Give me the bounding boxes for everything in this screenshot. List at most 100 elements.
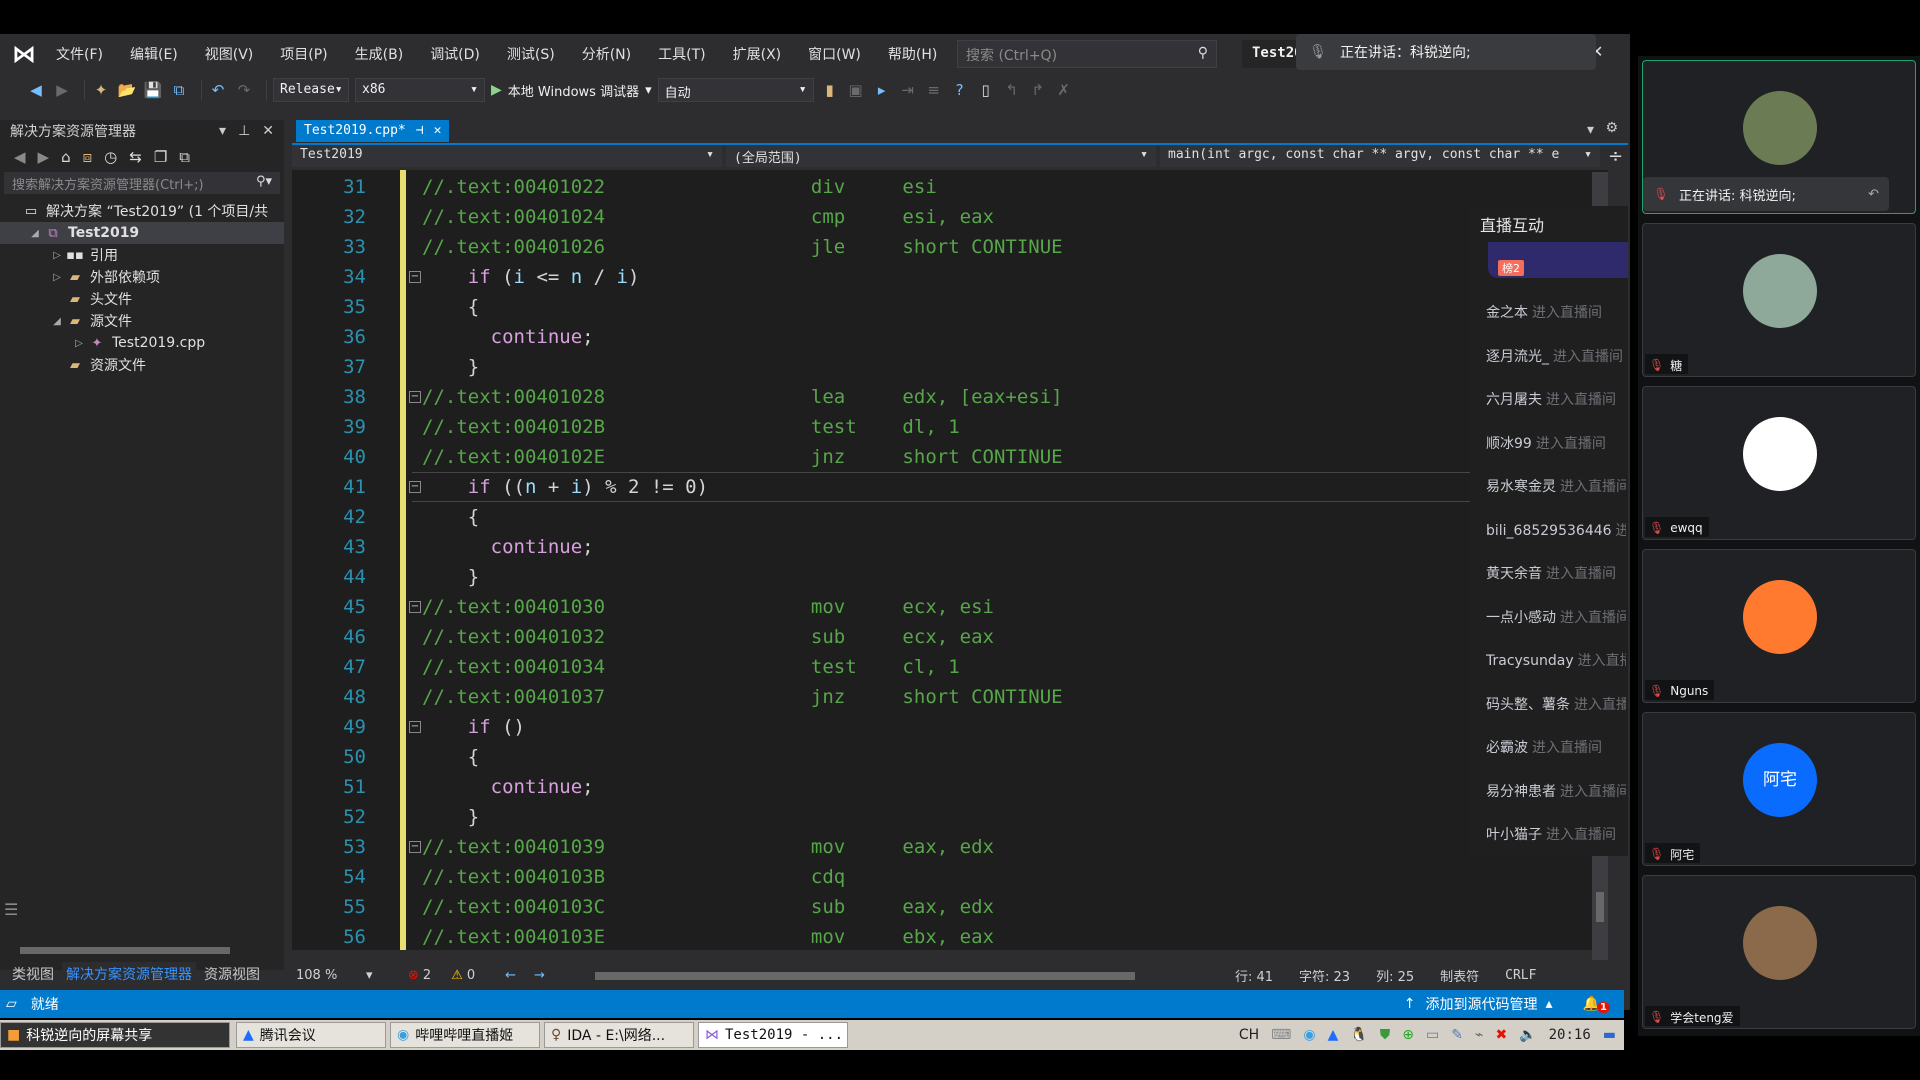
previous-issue-icon[interactable]: ← [505, 968, 516, 983]
code-line[interactable]: } [422, 562, 479, 592]
tab-resource-view[interactable]: 资源视图 [204, 964, 260, 984]
solution-search-input[interactable]: 搜索解决方案资源管理器(Ctrl+;) ⚲▾ [4, 172, 280, 194]
code-line[interactable]: { [422, 742, 479, 772]
tab-test2019-cpp[interactable]: Test2019.cpp* ⊣ ✕ [296, 120, 450, 142]
error-count[interactable]: 2 [423, 968, 431, 983]
scope-dropdown[interactable]: (全局范围) ▾ [726, 145, 1156, 167]
collapsed-arrow-icon[interactable]: ▷ [70, 338, 88, 349]
start-debugging-button[interactable]: ▶ 本地 Windows 调试器 ▾ [491, 81, 652, 100]
code-line[interactable]: if (i <= n / i) [422, 262, 640, 292]
solution-horizontal-scrollbar[interactable] [10, 944, 278, 956]
ime-indicator[interactable]: CH [1239, 1027, 1259, 1043]
tab-class-view[interactable]: 类视图 [12, 964, 54, 984]
menu-item[interactable]: 生成(B) [355, 44, 404, 64]
close-tab-icon[interactable]: ✕ [434, 123, 442, 139]
reply-icon[interactable]: ↶ [1868, 187, 1879, 202]
tab-solution-explorer[interactable]: 解决方案资源管理器 [62, 962, 196, 986]
scrollbar-thumb[interactable] [20, 947, 230, 954]
collapse-icon[interactable]: − [409, 601, 421, 613]
collapse-icon[interactable]: − [409, 841, 421, 853]
forward-icon[interactable]: ▶ [52, 80, 72, 100]
gear-icon[interactable]: ⚙ [1605, 120, 1618, 136]
code-line[interactable]: { [422, 292, 479, 322]
code-line[interactable]: //.text:00401026 jle short CONTINUE [422, 232, 1063, 262]
pin-icon[interactable]: ⊣ [416, 123, 424, 139]
task-bilibili-live[interactable]: ◉ 哔哩哔哩直播姬 [390, 1022, 540, 1048]
participant-tile[interactable]: 🎙 正在讲话: 科锐逆向; ↶ [1642, 60, 1916, 214]
uncomment-icon[interactable]: ? [950, 80, 970, 100]
collapse-icon[interactable]: − [409, 721, 421, 733]
new-project-icon[interactable]: ✦ [91, 80, 111, 100]
chevron-down-icon[interactable]: ▾ [1587, 122, 1594, 138]
expanded-arrow-icon[interactable]: ◢ [48, 316, 66, 327]
collapsed-arrow-icon[interactable]: ▷ [48, 250, 66, 261]
code-line[interactable]: if ((n + i) % 2 != 0) [422, 472, 708, 502]
tree-item[interactable]: ▷ ▪▪ 引用 [0, 244, 284, 266]
save-icon[interactable]: 💾 [143, 80, 163, 100]
menu-item[interactable]: 项目(P) [280, 44, 327, 64]
code-line[interactable]: //.text:00401024 cmp esi, eax [422, 202, 994, 232]
next-bookmark-icon[interactable]: ↱ [1028, 80, 1048, 100]
folder-icon[interactable]: ▮ [820, 80, 840, 100]
notification-bell-icon[interactable]: 🔔 1 [1583, 996, 1610, 1013]
configuration-dropdown[interactable]: Release ▾ [273, 78, 349, 102]
qq-icon[interactable]: 🐧 [1350, 1027, 1367, 1043]
code-line[interactable]: //.text:0040102E jnz short CONTINUE [422, 442, 1063, 472]
pending-changes-icon[interactable]: ◷ [104, 148, 117, 166]
task-visual-studio[interactable]: ⋈ Test2019 - ... [698, 1022, 848, 1048]
bookmark-icon[interactable]: ▯ [976, 80, 996, 100]
usb-icon[interactable]: ⌁ [1475, 1027, 1483, 1043]
tree-item[interactable]: ▰ 头文件 [0, 288, 284, 310]
show-all-files-icon[interactable]: ⧉ [179, 148, 190, 166]
pin-icon[interactable]: ⊥ [238, 123, 250, 139]
menu-item[interactable]: 测试(S) [507, 44, 555, 64]
code-line[interactable]: //.text:00401037 jnz short CONTINUE [422, 682, 1063, 712]
project-dropdown[interactable]: Test2019 ▾ [292, 145, 722, 167]
menu-item[interactable]: 工具(T) [658, 44, 705, 64]
window-icon[interactable]: ▣ [846, 80, 866, 100]
scrollbar-thumb[interactable] [594, 972, 1135, 980]
switch-views-icon[interactable]: ⧈ [83, 148, 93, 166]
tree-item[interactable]: ◢ ⧉ Test2019 [0, 222, 284, 244]
code-line[interactable]: //.text:00401039 mov eax, edx [422, 832, 994, 862]
editor-horizontal-scrollbar[interactable] [585, 969, 1205, 981]
menu-item[interactable]: 帮助(H) [888, 44, 937, 64]
eol-indicator[interactable]: CRLF [1505, 968, 1536, 983]
menu-item[interactable]: 扩展(X) [733, 44, 782, 64]
task-tencent-meeting[interactable]: ▲ 腾讯会议 [236, 1022, 386, 1048]
list-icon[interactable]: ☰ [4, 900, 18, 919]
bilibili-tray-icon[interactable]: ◉ [1303, 1027, 1315, 1043]
code-line[interactable]: { [422, 502, 479, 532]
redo-icon[interactable]: ↷ [234, 80, 254, 100]
network-tool-icon[interactable]: ✎ [1451, 1027, 1463, 1043]
next-issue-icon[interactable]: → [534, 968, 545, 983]
code-line[interactable]: //.text:0040103C sub eax, edx [422, 892, 994, 922]
chevron-up-icon[interactable]: ▴ [1546, 996, 1553, 1012]
collapse-all-icon[interactable]: ❐ [154, 148, 167, 166]
code-line[interactable]: } [422, 802, 479, 832]
forward-icon[interactable]: ▶ [38, 148, 50, 166]
code-line[interactable]: //.text:00401022 div esi [422, 172, 937, 202]
participant-tile[interactable]: 🎙 ewqq [1642, 386, 1916, 540]
collapse-icon[interactable]: − [409, 391, 421, 403]
keyboard-icon[interactable]: ⌨ [1271, 1027, 1291, 1043]
platform-dropdown[interactable]: x86 ▾ [355, 78, 485, 102]
task-ida[interactable]: ♀ IDA - E:\网络... [544, 1022, 694, 1048]
tree-item[interactable]: ▭ 解决方案 “Test2019” (1 个项目/共 [0, 200, 284, 222]
sync-icon[interactable]: ⇆ [129, 148, 142, 166]
code-line[interactable]: //.text:0040103B cdq [422, 862, 845, 892]
code-line[interactable]: continue; [422, 532, 594, 562]
close-icon[interactable]: ✕ [262, 123, 274, 139]
participant-tile[interactable]: 🎙 学会teng爱 [1642, 875, 1916, 1029]
function-dropdown[interactable]: main(int argc, const char ** argv, const… [1160, 145, 1600, 167]
search-input[interactable]: 搜索 (Ctrl+Q) ⚲ [957, 40, 1217, 68]
menu-item[interactable]: 分析(N) [582, 44, 631, 64]
menu-item[interactable]: 调试(D) [430, 44, 480, 64]
zoom-level[interactable]: 108 % [296, 968, 366, 983]
tree-item[interactable]: ▷ ▰ 外部依赖项 [0, 266, 284, 288]
code-line[interactable]: //.text:00401032 sub ecx, eax [422, 622, 994, 652]
menu-item[interactable]: 窗口(W) [808, 44, 861, 64]
undo-icon[interactable]: ↶ [208, 80, 228, 100]
comment-icon[interactable]: ≡ [924, 80, 944, 100]
code-line[interactable]: continue; [422, 322, 594, 352]
